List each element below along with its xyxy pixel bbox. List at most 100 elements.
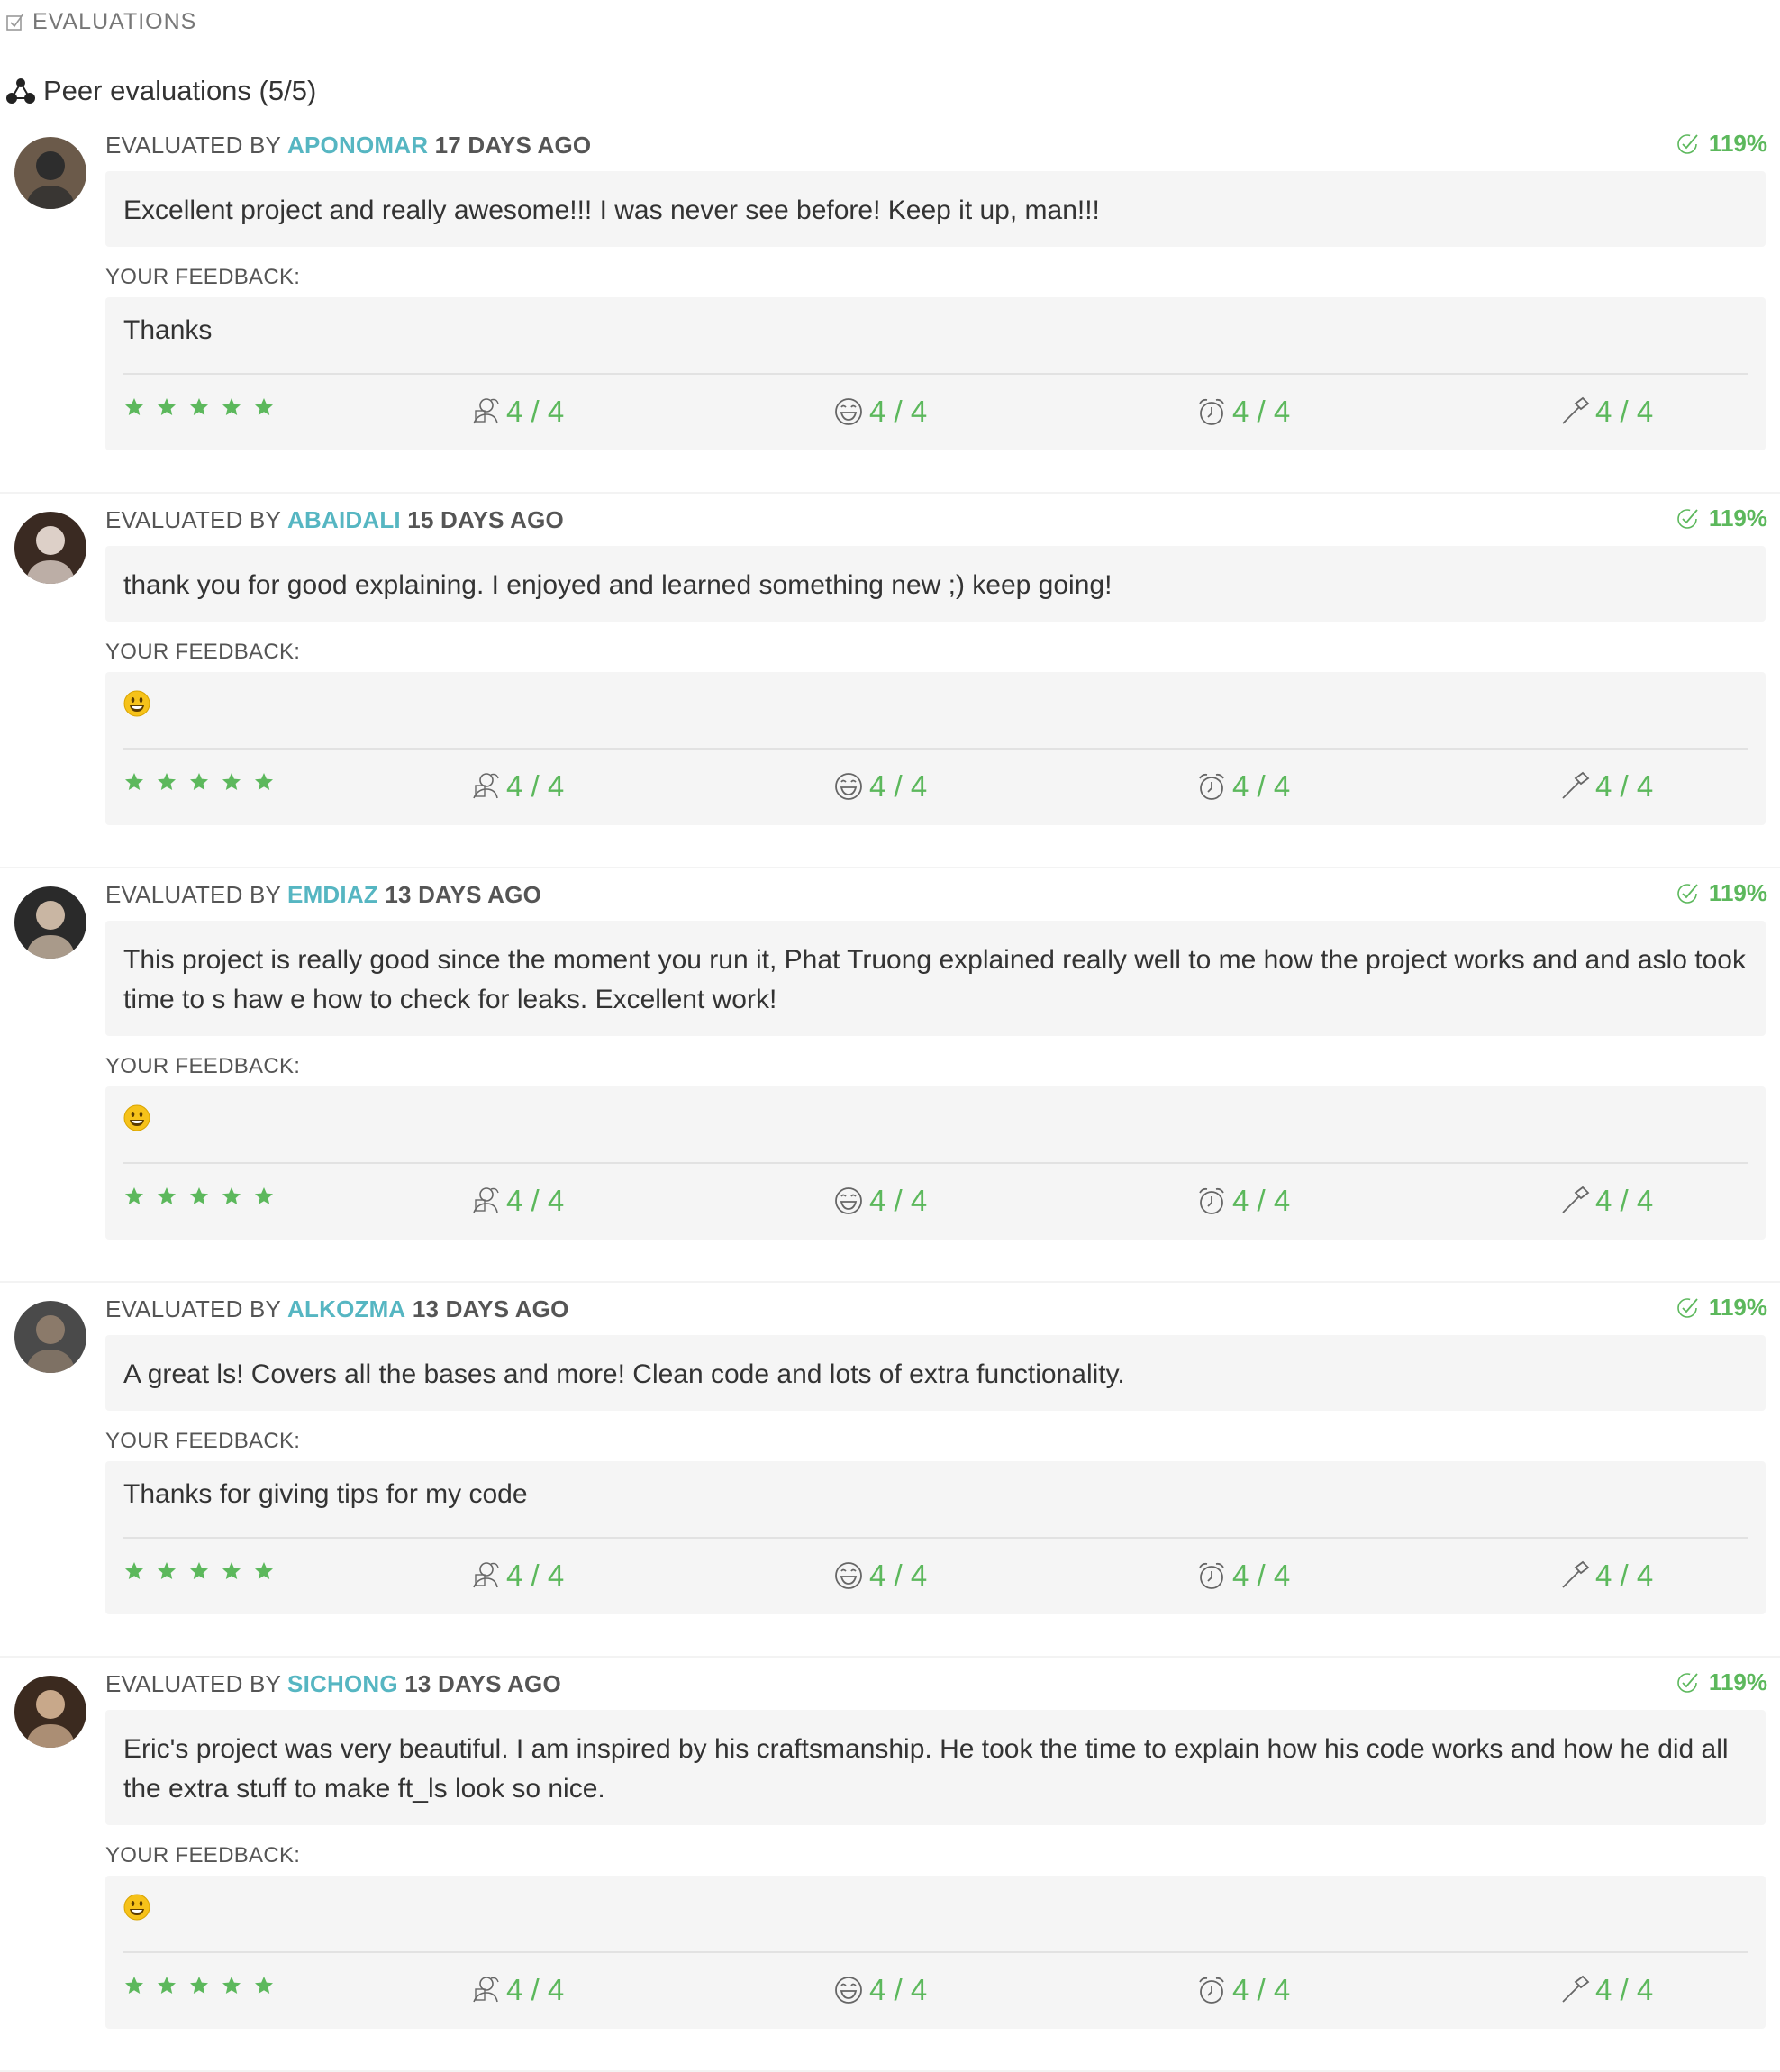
evaluation-meta: EVALUATED BY ALKOZMA 13 DAYS AGO: [105, 1295, 569, 1323]
evaluator-login-link[interactable]: ALKOZMA: [287, 1295, 405, 1322]
star-icon: [188, 1975, 210, 2001]
evaluation-time: 17 DAYS AGO: [434, 132, 592, 159]
feedback-text: Thanks for giving tips for my code: [123, 1479, 528, 1509]
criterion-value: 4 / 4: [1232, 395, 1291, 428]
criterion-value: 4 / 4: [869, 1973, 928, 2006]
evaluated-by-label: EVALUATED BY: [105, 1670, 281, 1697]
score-value: 119%: [1708, 1668, 1767, 1695]
evaluation-time: 13 DAYS AGO: [385, 881, 542, 908]
check-circle-icon: [1677, 1672, 1698, 1693]
evaluations-list: EVALUATED BY APONOMAR 17 DAYS AGO 119% Exc…: [0, 119, 1780, 2072]
criterion-score: 4 / 4: [1196, 769, 1290, 804]
rating-row: 4 / 4 4 / 4 4 / 4 4 / 4: [123, 1537, 1748, 1614]
check-circle-icon: [1677, 1297, 1698, 1318]
evaluator-icon: [470, 1560, 501, 1591]
evaluation-card: EVALUATED BY APONOMAR 17 DAYS AGO 119% Exc…: [0, 119, 1780, 494]
criterion-score: 4 / 4: [833, 769, 927, 804]
criterion-score: 4 / 4: [1559, 1184, 1653, 1218]
evaluated-by-label: EVALUATED BY: [105, 132, 281, 159]
star-icon: [123, 771, 145, 797]
criterion-value: 4 / 4: [1595, 769, 1654, 803]
star-icon: [188, 771, 210, 797]
alarm-clock-icon: [1196, 396, 1227, 427]
rating-row: 4 / 4 4 / 4 4 / 4 4 / 4: [123, 1162, 1748, 1240]
criterion-score: 4 / 4: [1196, 1559, 1290, 1593]
avatar[interactable]: [14, 137, 86, 209]
criterion-score: 4 / 4: [1196, 1184, 1290, 1218]
evaluator-login-link[interactable]: APONOMAR: [287, 132, 428, 159]
feedback-emoji: [123, 1894, 150, 1928]
criterion-score: 4 / 4: [470, 1973, 564, 2007]
evaluator-login-link[interactable]: ABAIDALI: [287, 506, 401, 533]
evaluation-card: EVALUATED BY ALKOZMA 13 DAYS AGO 119% A gr…: [0, 1283, 1780, 1658]
your-feedback-label: YOUR FEEDBACK:: [105, 1843, 301, 1868]
criterion-score: 4 / 4: [1196, 1973, 1290, 2007]
star-icon: [221, 771, 242, 797]
criterion-score: 4 / 4: [1196, 395, 1290, 429]
hammer-icon: [1559, 1560, 1590, 1591]
star-icon: [221, 1560, 242, 1586]
criterion-score: 4 / 4: [470, 769, 564, 804]
hammer-icon: [1559, 1186, 1590, 1216]
evaluation-card: EVALUATED BY SICHONG 13 DAYS AGO 119% Eric…: [0, 1658, 1780, 2072]
alarm-clock-icon: [1196, 1186, 1227, 1216]
feedback-box: 4 / 4 4 / 4 4 / 4 4 / 4: [105, 672, 1766, 825]
your-feedback-label: YOUR FEEDBACK:: [105, 265, 301, 289]
evaluation-score: 119%: [1676, 504, 1767, 532]
alarm-clock-icon: [1196, 1975, 1227, 2005]
check-circle-icon: [1677, 508, 1698, 529]
smiley-icon: [833, 396, 864, 427]
evaluator-icon: [470, 396, 501, 427]
check-circle-icon: [1677, 133, 1698, 154]
evaluator-login-link[interactable]: SICHONG: [287, 1670, 398, 1697]
feedback-box: Thanks for giving tips for my code 4 / 4 4…: [105, 1461, 1766, 1614]
star-icon: [253, 1186, 275, 1212]
criterion-value: 4 / 4: [1595, 1184, 1654, 1217]
criterion-value: 4 / 4: [869, 395, 928, 428]
feedback-box: 4 / 4 4 / 4 4 / 4 4 / 4: [105, 1876, 1766, 2029]
rating-row: 4 / 4 4 / 4 4 / 4 4 / 4: [123, 1951, 1748, 2029]
rating-row: 4 / 4 4 / 4 4 / 4 4 / 4: [123, 748, 1748, 825]
criterion-value: 4 / 4: [869, 1184, 928, 1217]
evaluated-by-label: EVALUATED BY: [105, 881, 281, 908]
feedback-text: Thanks: [123, 315, 213, 345]
star-rating: [123, 1560, 275, 1586]
criterion-value: 4 / 4: [1232, 769, 1291, 803]
evaluation-comment: Eric's project was very beautiful. I am …: [105, 1710, 1766, 1825]
evaluation-score: 119%: [1676, 130, 1767, 158]
avatar[interactable]: [14, 1301, 86, 1373]
star-icon: [156, 396, 177, 423]
star-icon: [253, 1560, 275, 1586]
checkbox-icon: [6, 13, 24, 31]
criterion-value: 4 / 4: [869, 1559, 928, 1592]
peer-evaluations-header: Peer evaluations (5/5): [5, 70, 316, 112]
evaluation-card: EVALUATED BY ABAIDALI 15 DAYS AGO 119% tha…: [0, 494, 1780, 868]
evaluation-time: 15 DAYS AGO: [407, 506, 564, 533]
avatar[interactable]: [14, 886, 86, 959]
avatar[interactable]: [14, 512, 86, 584]
criterion-value: 4 / 4: [1595, 1559, 1654, 1592]
criterion-score: 4 / 4: [1559, 1559, 1653, 1593]
evaluation-score: 119%: [1676, 879, 1767, 907]
avatar[interactable]: [14, 1676, 86, 1748]
evaluation-card: EVALUATED BY EMDIAZ 13 DAYS AGO 119% This …: [0, 868, 1780, 1283]
criterion-value: 4 / 4: [506, 1184, 565, 1217]
hammer-icon: [1559, 771, 1590, 802]
score-value: 119%: [1708, 1294, 1767, 1321]
criterion-score: 4 / 4: [1559, 769, 1653, 804]
criterion-value: 4 / 4: [506, 395, 565, 428]
evaluation-time: 13 DAYS AGO: [412, 1295, 569, 1322]
evaluation-meta: EVALUATED BY APONOMAR 17 DAYS AGO: [105, 132, 591, 159]
evaluator-login-link[interactable]: EMDIAZ: [287, 881, 378, 908]
evaluation-meta: EVALUATED BY SICHONG 13 DAYS AGO: [105, 1670, 561, 1698]
check-circle-icon: [1677, 883, 1698, 904]
evaluation-comment: Excellent project and really awesome!!! …: [105, 171, 1766, 247]
star-icon: [123, 1975, 145, 2001]
star-icon: [253, 396, 275, 423]
score-value: 119%: [1708, 504, 1767, 532]
evaluator-icon: [470, 1186, 501, 1216]
section-header: EVALUATIONS: [5, 5, 196, 38]
star-icon: [156, 771, 177, 797]
star-icon: [123, 396, 145, 423]
evaluated-by-label: EVALUATED BY: [105, 506, 281, 533]
